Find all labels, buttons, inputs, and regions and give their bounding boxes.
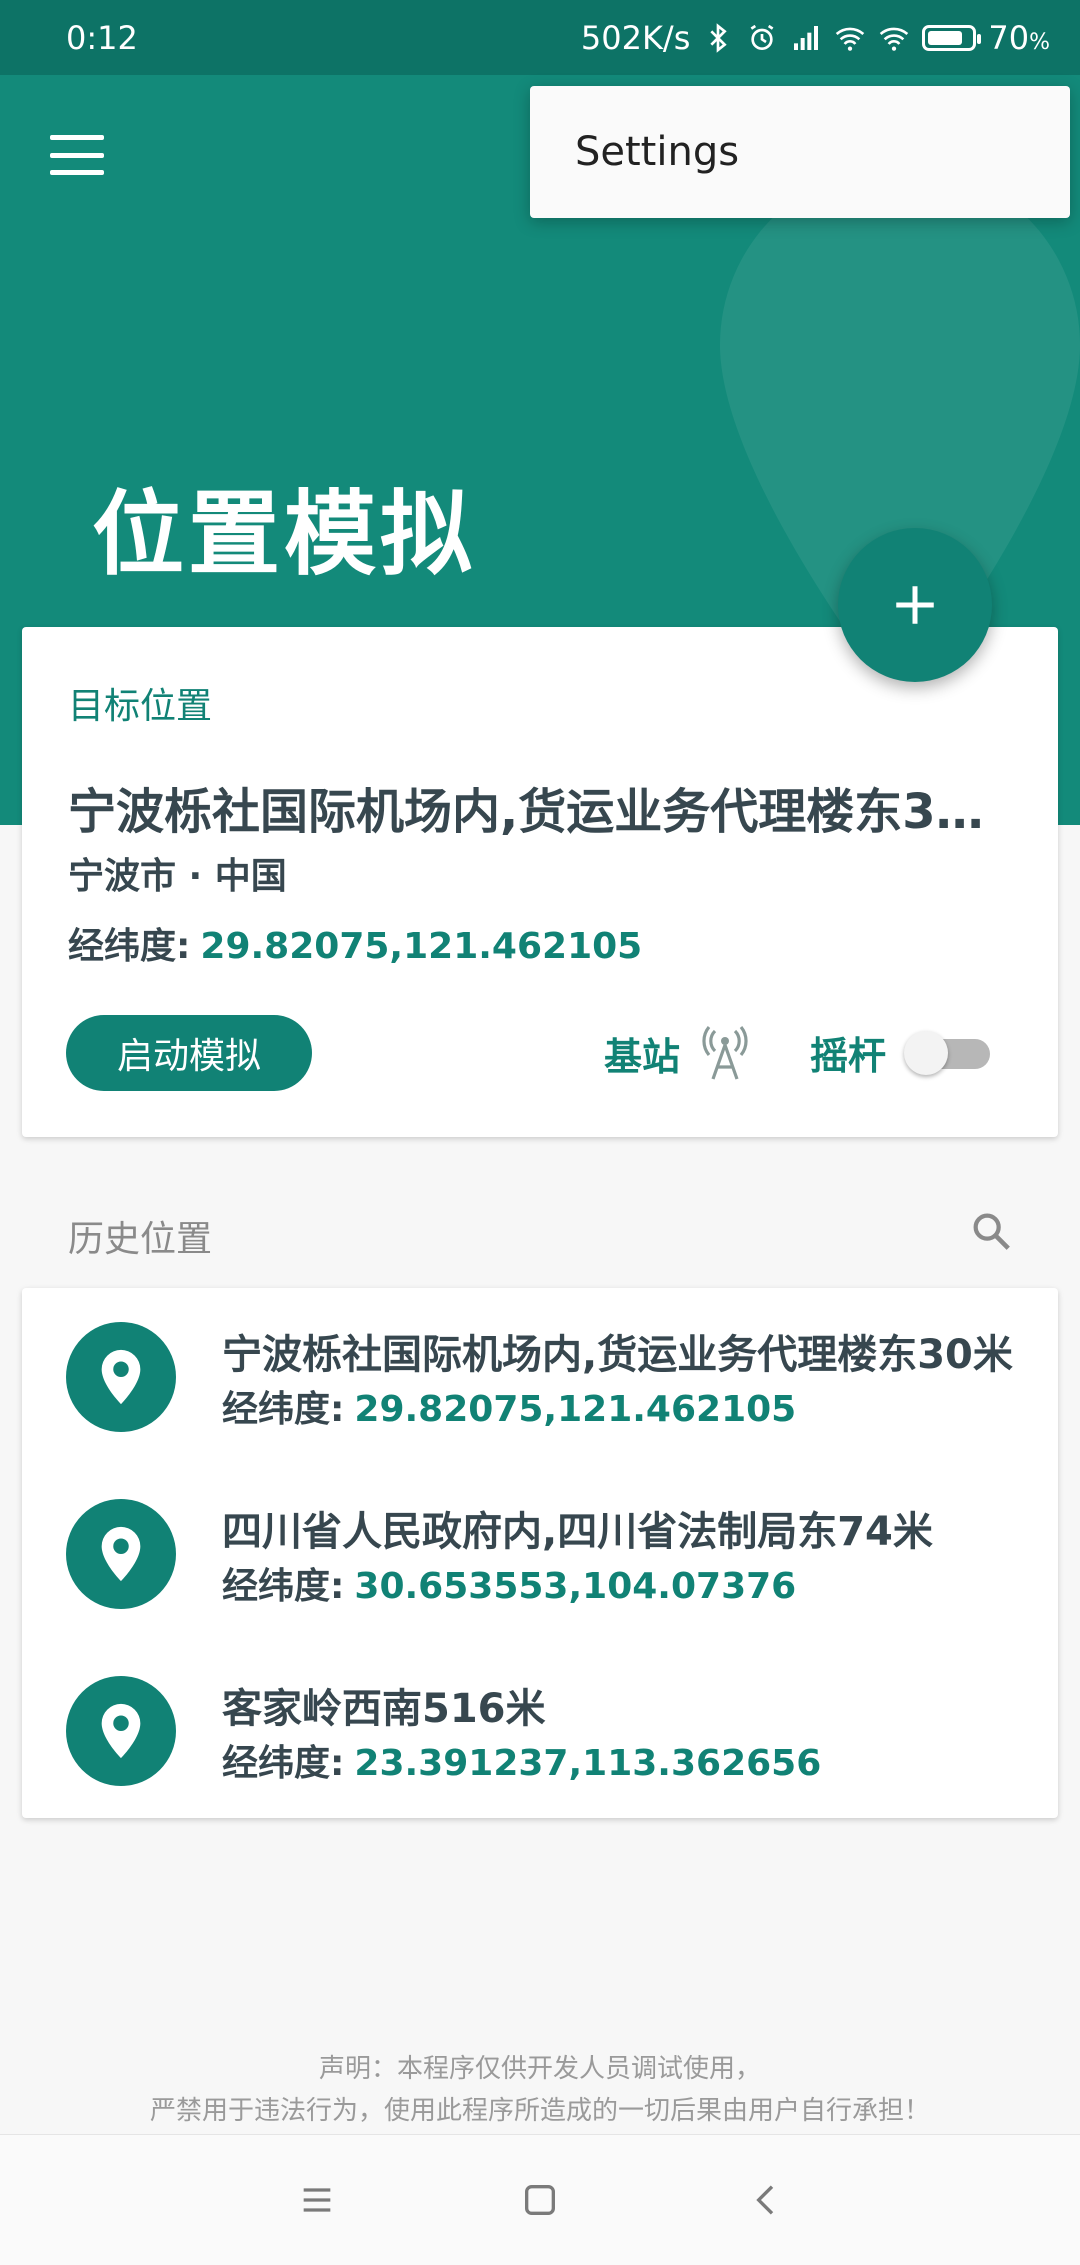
cell-tower-icon	[702, 1025, 748, 1080]
status-icons: 502K/s 70%	[581, 19, 1050, 57]
history-item-name: 四川省人民政府内,四川省法制局东74米	[222, 1509, 933, 1555]
battery-level: 70%	[988, 18, 1050, 57]
history-item[interactable]: 四川省人民政府内,四川省法制局东74米 经纬度: 30.653553,104.07…	[22, 1465, 1058, 1609]
bluetooth-icon	[702, 22, 734, 54]
history-item-coords: 经纬度: 30.653553,104.07376	[222, 1566, 797, 1607]
target-location-card: 目标位置 宁波栎社国际机场内,货运业务代理楼东30米 宁波市 · 中国 经纬度:…	[22, 627, 1058, 1137]
settings-label: Settings	[575, 129, 740, 175]
basestation-toggle[interactable]: 基站	[604, 1025, 750, 1081]
history-item-name: 宁波栎社国际机场内,货运业务代理楼东30米	[222, 1332, 1013, 1378]
disclaimer: 声明：本程序仅供开发人员调试使用， 严禁用于违法行为，使用此程序所造成的一切后果…	[0, 2048, 1080, 2132]
plus-icon	[896, 586, 934, 624]
network-speed: 502K/s	[580, 18, 691, 57]
history-item-coords: 经纬度: 29.82075,121.462105	[222, 1389, 797, 1430]
back-icon[interactable]	[742, 2175, 792, 2225]
hd-signal-icon	[790, 22, 822, 54]
wifi-icon	[878, 22, 910, 54]
history-item[interactable]: 宁波栎社国际机场内,货运业务代理楼东30米 经纬度: 29.82075,121.4…	[22, 1288, 1058, 1432]
add-location-button[interactable]	[838, 528, 992, 682]
basestation-label: 基站	[604, 1034, 681, 1079]
recents-icon[interactable]	[292, 2175, 342, 2225]
search-icon[interactable]	[968, 1208, 1014, 1254]
history-item-name: 客家岭西南516米	[222, 1686, 546, 1732]
history-item[interactable]: 客家岭西南516米 经纬度: 23.391237,113.362656	[22, 1642, 1058, 1786]
disclaimer-line: 声明：本程序仅供开发人员调试使用，	[318, 2054, 761, 2084]
status-bar: 0:12 502K/s 70%	[0, 0, 1080, 75]
alarm-icon	[746, 22, 778, 54]
location-pin-icon	[66, 1499, 176, 1609]
wifi-icon	[834, 22, 866, 54]
joystick-switch[interactable]	[904, 1030, 991, 1075]
joystick-toggle[interactable]: 摇杆	[810, 1025, 991, 1080]
target-location-label: 目标位置	[68, 686, 213, 727]
joystick-label: 摇杆	[810, 1034, 887, 1078]
history-list: 宁波栎社国际机场内,货运业务代理楼东30米 经纬度: 29.82075,121.4…	[22, 1288, 1058, 1818]
history-title: 历史位置	[68, 1219, 213, 1260]
location-pin-icon	[66, 1676, 176, 1786]
battery-icon	[922, 24, 982, 51]
start-simulation-button[interactable]: 启动模拟	[66, 1015, 312, 1091]
history-item-coords: 经纬度: 23.391237,113.362656	[222, 1743, 822, 1784]
page-title: 位置模拟	[92, 481, 477, 588]
home-icon[interactable]	[515, 2175, 565, 2225]
target-coords: 经纬度: 29.82075,121.462105	[68, 926, 643, 967]
hamburger-menu-icon[interactable]	[50, 135, 104, 175]
disclaimer-line: 严禁用于违法行为，使用此程序所造成的一切后果由用户自行承担！	[149, 2096, 930, 2126]
navigation-bar	[0, 2134, 1080, 2265]
location-pin-icon	[66, 1322, 176, 1432]
target-region: 宁波市 · 中国	[68, 856, 287, 897]
target-place-name: 宁波栎社国际机场内,货运业务代理楼东30米	[68, 784, 1008, 840]
settings-menu-item[interactable]: Settings	[530, 86, 1070, 218]
status-time: 0:12	[66, 18, 138, 57]
